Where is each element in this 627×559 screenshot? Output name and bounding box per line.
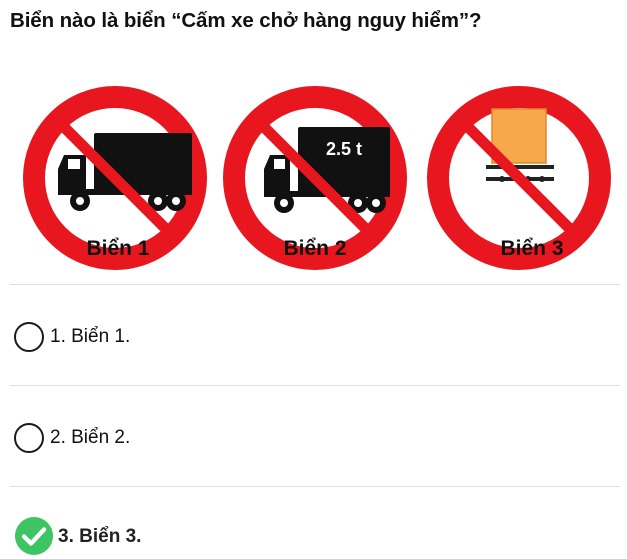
answer-option-3[interactable]: 3. Biển 3. — [14, 514, 414, 556]
radio-button-icon[interactable] — [14, 322, 44, 352]
answer-option-1[interactable]: 1. Biển 1. — [14, 317, 414, 357]
weight-plate-text: 2.5 t — [326, 139, 362, 159]
answer-option-2[interactable]: 2. Biển 2. — [14, 418, 414, 458]
answer-option-label: 1. Biển 1. — [50, 326, 131, 347]
radio-button-icon[interactable] — [14, 423, 44, 453]
answer-option-label: 3. Biển 3. — [58, 526, 142, 547]
sign-3-label: Biển 3 — [500, 237, 564, 260]
divider — [10, 284, 620, 285]
sign-1-label: Biển 1 — [86, 237, 150, 260]
answer-option-label: 2. Biển 2. — [50, 427, 131, 448]
check-circle-icon[interactable] — [14, 516, 54, 556]
sign-images: Biển 1 2.5 t Biển 2 Biển 3 — [0, 0, 627, 290]
sign-2-label: Biển 2 — [283, 237, 347, 260]
divider — [10, 486, 620, 487]
divider — [10, 385, 620, 386]
